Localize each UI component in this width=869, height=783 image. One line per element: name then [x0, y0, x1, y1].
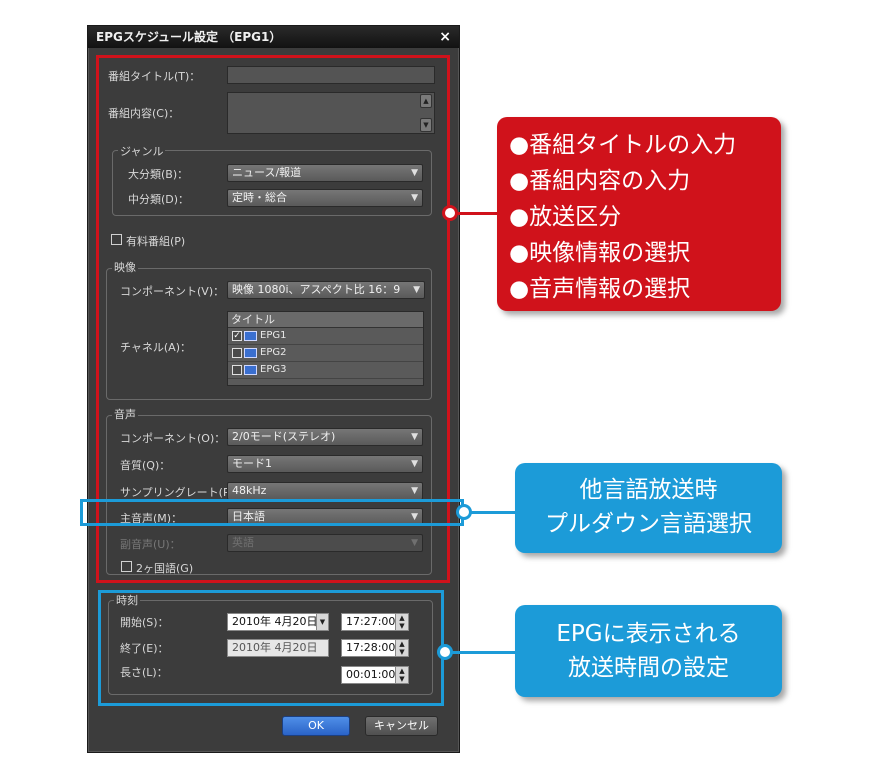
- major-category-label: 大分類(B)：: [128, 168, 189, 181]
- channel-checkbox[interactable]: [232, 365, 242, 375]
- length-label: 長さ(L)：: [120, 666, 168, 679]
- length-time-input[interactable]: 00:01:00: [341, 666, 396, 684]
- blue-connector-line-audio: [468, 511, 516, 514]
- length-time-spinner-icon[interactable]: ▲ ▼: [395, 666, 409, 684]
- blue-connector-dot-audio: [456, 504, 472, 520]
- chevron-down-icon: ▼: [411, 168, 418, 178]
- channel-checkbox[interactable]: [232, 348, 242, 358]
- channel-name: EPG2: [260, 347, 287, 358]
- video-component-dropdown[interactable]: 映像 1080i、アスペクト比 16：9 ▼: [227, 281, 425, 299]
- main-audio-value: 日本語: [232, 510, 265, 523]
- callout-line: 他言語放送時: [579, 477, 718, 503]
- chevron-down-icon: ▼: [411, 486, 418, 496]
- start-time-input[interactable]: 17:27:00: [341, 613, 396, 631]
- blue-callout-audio: 他言語放送時 プルダウン言語選択: [515, 463, 782, 553]
- channel-label: チャネル(A)：: [120, 341, 191, 354]
- callout-line: プルダウン言語選択: [545, 511, 752, 537]
- audio-component-dropdown[interactable]: 2/0モード(ステレオ) ▼: [227, 428, 423, 446]
- video-component-label: コンポーネント(V)：: [120, 285, 225, 298]
- start-time-spinner-icon[interactable]: ▲ ▼: [395, 613, 409, 631]
- program-content-textarea[interactable]: [227, 92, 435, 134]
- chevron-down-icon: ▼: [411, 193, 418, 203]
- audio-component-value: 2/0モード(ステレオ): [232, 430, 336, 443]
- bilingual-checkbox[interactable]: [121, 561, 132, 572]
- blue-callout-time: EPGに表示される 放送時間の設定: [515, 605, 782, 697]
- callout-item: ●番組タイトルの入力: [509, 132, 737, 158]
- audio-group-title: 音声: [112, 406, 138, 422]
- callout-line: EPGに表示される: [556, 621, 741, 647]
- channel-list: タイトル ✓ EPG1 EPG2 EPG3: [227, 311, 424, 386]
- monitor-icon: [244, 331, 257, 341]
- end-time-spinner-icon[interactable]: ▲ ▼: [395, 639, 409, 657]
- sub-audio-dropdown: 英語 ▼: [227, 534, 423, 552]
- time-group-title: 時刻: [114, 592, 140, 608]
- minor-category-label: 中分類(D)：: [128, 193, 190, 206]
- program-title-input[interactable]: [227, 66, 435, 84]
- minor-category-dropdown[interactable]: 定時・総合 ▼: [227, 189, 423, 207]
- chevron-down-icon: ▼: [411, 459, 418, 469]
- close-icon[interactable]: ×: [439, 26, 451, 48]
- start-date-input[interactable]: 2010年 4月20日: [227, 613, 317, 631]
- main-audio-dropdown[interactable]: 日本語 ▼: [227, 508, 423, 526]
- red-callout: ●番組タイトルの入力 ●番組内容の入力 ●放送区分 ●映像情報の選択 ●音声情報…: [497, 117, 781, 311]
- blue-connector-dot-time: [437, 644, 453, 660]
- channel-name: EPG3: [260, 364, 287, 375]
- cancel-button[interactable]: キャンセル: [365, 716, 438, 736]
- sub-audio-value: 英語: [232, 536, 254, 549]
- end-label: 終了(E)：: [120, 642, 169, 655]
- callout-item: ●映像情報の選択: [509, 240, 691, 266]
- paid-program-checkbox[interactable]: [111, 234, 122, 245]
- monitor-icon: [244, 365, 257, 375]
- program-content-label: 番組内容(C)：: [108, 107, 180, 120]
- callout-item: ●音声情報の選択: [509, 276, 691, 302]
- audio-quality-label: 音質(Q)：: [120, 459, 171, 472]
- channel-row[interactable]: ✓ EPG1: [228, 328, 423, 345]
- chevron-down-icon: ▼: [411, 512, 418, 522]
- chevron-down-icon: ▼: [413, 285, 420, 295]
- sampling-rate-value: 48kHz: [232, 484, 267, 497]
- sub-audio-label: 副音声(U)：: [120, 538, 181, 551]
- video-component-value: 映像 1080i、アスペクト比 16：9: [232, 283, 401, 296]
- scroll-down-icon[interactable]: ▼: [420, 118, 432, 132]
- program-title-label: 番組タイトル(T)：: [108, 70, 201, 83]
- audio-quality-value: モード1: [232, 457, 272, 470]
- chevron-down-icon: ▼: [411, 432, 418, 442]
- channel-list-header: タイトル: [228, 312, 423, 328]
- audio-quality-dropdown[interactable]: モード1 ▼: [227, 455, 423, 473]
- major-category-dropdown[interactable]: ニュース/報道 ▼: [227, 164, 423, 182]
- main-audio-label: 主音声(M)：: [120, 512, 183, 525]
- paid-program-label: 有料番組(P): [126, 235, 186, 248]
- scroll-up-icon[interactable]: ▲: [420, 94, 432, 108]
- ok-button[interactable]: OK: [282, 716, 350, 736]
- dialog-title: EPGスケジュール設定 （EPG1）: [88, 26, 459, 48]
- channel-checkbox-checked[interactable]: ✓: [232, 331, 242, 341]
- minor-category-value: 定時・総合: [232, 191, 287, 204]
- sampling-rate-dropdown[interactable]: 48kHz ▼: [227, 482, 423, 500]
- callout-item: ●放送区分: [509, 204, 622, 230]
- genre-group-title: ジャンル: [118, 143, 166, 159]
- calendar-dropdown-icon[interactable]: ▼: [316, 613, 329, 631]
- red-connector-dot: [442, 205, 458, 221]
- bilingual-label: 2ヶ国語(G): [136, 562, 194, 575]
- audio-component-label: コンポーネント(O)：: [120, 432, 226, 445]
- major-category-value: ニュース/報道: [232, 166, 302, 179]
- video-group-title: 映像: [112, 259, 138, 275]
- channel-row[interactable]: EPG2: [228, 345, 423, 362]
- monitor-icon: [244, 348, 257, 358]
- callout-line: 放送時間の設定: [568, 655, 729, 681]
- start-label: 開始(S)：: [120, 616, 169, 629]
- channel-row[interactable]: EPG3: [228, 362, 423, 379]
- callout-item: ●番組内容の入力: [509, 168, 691, 194]
- end-time-input[interactable]: 17:28:00: [341, 639, 396, 657]
- channel-name: EPG1: [260, 330, 287, 341]
- chevron-down-icon: ▼: [411, 538, 418, 548]
- end-date-input: 2010年 4月20日: [227, 639, 329, 657]
- blue-connector-line-time: [450, 651, 516, 654]
